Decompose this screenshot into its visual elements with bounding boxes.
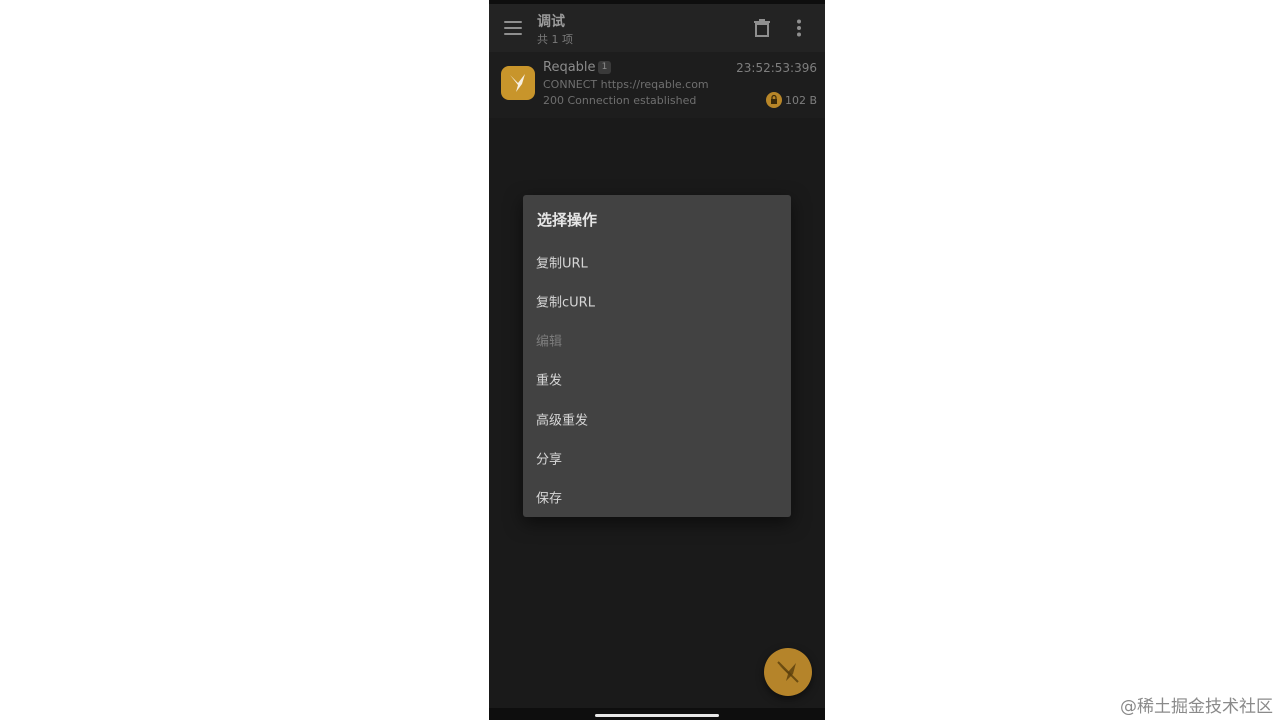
menu-item-label: 编辑 [536, 334, 563, 349]
trash-icon[interactable] [754, 19, 770, 37]
lock-icon [766, 92, 782, 108]
page-title: 调试 [537, 14, 565, 30]
item-size: 102 B [784, 94, 817, 107]
item-timestamp: 23:52:53:396 [736, 61, 817, 75]
action-dialog: 选择操作 复制URL 复制cURL 编辑 重发 高级重发 分享 保存 [523, 195, 791, 517]
reqable-hummingbird-icon [501, 66, 535, 100]
menu-item-label: 分享 [536, 452, 563, 467]
home-indicator[interactable] [595, 714, 719, 717]
item-name: Reqable [543, 60, 596, 75]
screen: 调试 共 1 项 Reqable 1 23:52:53:396 CONNECT … [0, 0, 1280, 720]
menu-item-label: 复制URL [536, 256, 588, 271]
item-url: CONNECT https://reqable.com [543, 78, 709, 91]
more-vertical-icon[interactable] [792, 19, 806, 37]
menu-item-label: 重发 [536, 373, 563, 388]
menu-item-save[interactable]: 保存 [523, 477, 791, 516]
dialog-title: 选择操作 [537, 211, 598, 229]
item-count-badge: 1 [598, 61, 611, 74]
menu-item-label: 高级重发 [536, 413, 589, 428]
navigation-bar [489, 708, 825, 720]
menu-item-label: 保存 [536, 491, 563, 506]
app-bar: 调试 共 1 项 [489, 4, 825, 52]
phone-screen: 调试 共 1 项 Reqable 1 23:52:53:396 CONNECT … [489, 0, 825, 720]
menu-item-edit: 编辑 [523, 320, 791, 359]
watermark: @稀土掘金技术社区 [1120, 697, 1273, 717]
capture-toggle-button[interactable] [764, 648, 812, 696]
menu-item-share[interactable]: 分享 [523, 438, 791, 477]
menu-item-resend[interactable]: 重发 [523, 359, 791, 398]
capture-off-bird-icon [777, 661, 799, 683]
menu-item-copy-url[interactable]: 复制URL [523, 242, 791, 281]
list-item[interactable]: Reqable 1 23:52:53:396 CONNECT https://r… [489, 52, 825, 118]
item-status: 200 Connection established [543, 94, 697, 107]
menu-item-copy-curl[interactable]: 复制cURL [523, 281, 791, 320]
menu-item-label: 复制cURL [536, 295, 595, 310]
page-subtitle: 共 1 项 [537, 33, 573, 46]
menu-item-advanced-resend[interactable]: 高级重发 [523, 399, 791, 438]
hamburger-menu-icon[interactable] [504, 21, 522, 35]
